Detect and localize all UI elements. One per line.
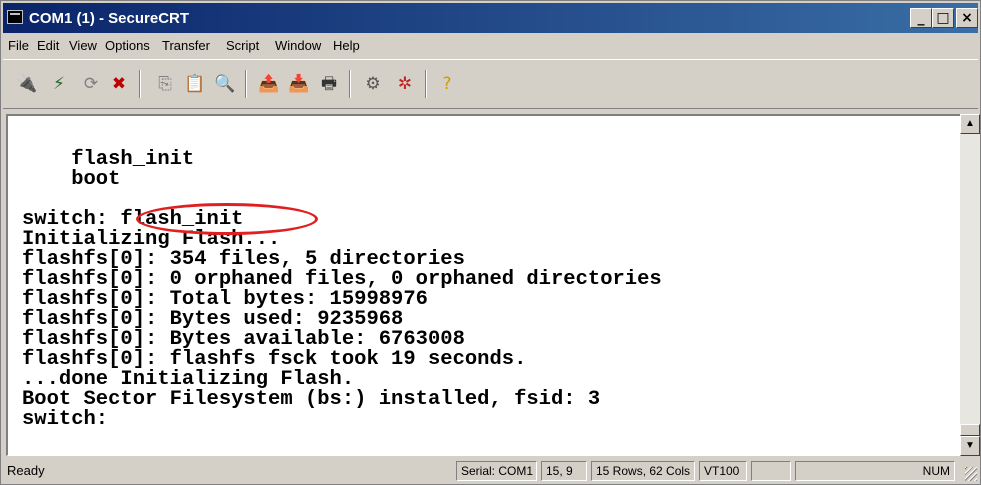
receive-file-icon[interactable]: 📥	[287, 73, 311, 95]
find-icon[interactable]: 🔍	[213, 73, 237, 95]
global-options-icon[interactable]: ✲	[393, 73, 417, 95]
terminal-line: flash_init	[22, 148, 195, 171]
status-blank	[751, 461, 791, 481]
copy-icon[interactable]: ⎘	[153, 73, 177, 95]
menu-help[interactable]: Help	[333, 38, 360, 53]
scroll-thumb[interactable]	[960, 424, 980, 436]
menu-edit[interactable]: Edit	[37, 38, 59, 53]
terminal-line: flashfs[0]: flashfs fsck took 19 seconds…	[22, 348, 527, 371]
minimize-button[interactable]: _	[910, 8, 932, 28]
disconnect-icon[interactable]: ✖	[107, 73, 131, 95]
securecrt-window: COM1 (1) - SecureCRT _ □ × File Edit Vie…	[0, 0, 981, 485]
session-options-icon[interactable]: ⚙	[361, 73, 385, 95]
toolbar-separator	[245, 70, 247, 98]
status-ready: Ready	[7, 463, 45, 478]
print-icon[interactable]: 🖶	[317, 73, 341, 95]
vertical-scrollbar[interactable]: ▲ ▼	[960, 114, 980, 456]
toolbar-separator	[139, 70, 141, 98]
status-cursor: 15, 9	[541, 461, 587, 481]
window-title: COM1 (1) - SecureCRT	[29, 10, 190, 27]
title-bar[interactable]: COM1 (1) - SecureCRT _ □ ×	[3, 3, 978, 33]
terminal-line: flashfs[0]: 354 files, 5 directories	[22, 248, 465, 271]
maximize-button[interactable]: □	[932, 8, 954, 28]
toolbar-separator	[349, 70, 351, 98]
paste-icon[interactable]: 📋	[183, 73, 207, 95]
terminal-screen[interactable]: flash_init boot switch: flash_init Initi…	[6, 114, 960, 456]
quick-connect-icon[interactable]: ⚡	[47, 73, 71, 95]
status-num: NUM	[795, 461, 955, 481]
help-icon[interactable]: ?	[435, 73, 459, 95]
menu-transfer[interactable]: Transfer	[162, 38, 210, 53]
resize-grip[interactable]	[965, 467, 977, 481]
status-emulation: VT100	[699, 461, 747, 481]
terminal-line: flashfs[0]: Total bytes: 15998976	[22, 288, 428, 311]
terminal-line: ...done Initializing Flash.	[22, 368, 355, 391]
toolbar-separator	[425, 70, 427, 98]
terminal-line: flashfs[0]: Bytes used: 9235968	[22, 308, 404, 331]
command-highlight-ellipse	[136, 203, 318, 235]
terminal-line: boot	[22, 168, 121, 191]
terminal-line: flashfs[0]: Bytes available: 6763008	[22, 328, 465, 351]
menu-script[interactable]: Script	[226, 38, 259, 53]
menu-file[interactable]: File	[8, 38, 29, 53]
status-size: 15 Rows, 62 Cols	[591, 461, 695, 481]
menu-window[interactable]: Window	[275, 38, 321, 53]
terminal-line: Boot Sector Filesystem (bs:) installed, …	[22, 388, 601, 411]
status-bar: Ready Serial: COM1 15, 9 15 Rows, 62 Col…	[3, 459, 978, 483]
reconnect-icon[interactable]: ⟳	[79, 73, 103, 95]
menu-bar: File Edit View Options Transfer Script W…	[3, 35, 978, 57]
menu-options[interactable]: Options	[105, 38, 150, 53]
connect-icon[interactable]: 🔌	[15, 73, 39, 95]
scroll-up-button[interactable]: ▲	[960, 114, 980, 134]
menu-view[interactable]: View	[69, 38, 97, 53]
status-serial: Serial: COM1	[456, 461, 537, 481]
terminal-line: flashfs[0]: 0 orphaned files, 0 orphaned…	[22, 268, 662, 291]
scroll-down-button[interactable]: ▼	[960, 436, 980, 456]
terminal-app-icon[interactable]	[7, 10, 23, 24]
close-button[interactable]: ×	[956, 8, 978, 28]
send-file-icon[interactable]: 📤	[257, 73, 281, 95]
toolbar: 🔌 ⚡ ⟳ ✖ ⎘ 📋 🔍 📤 📥 🖶 ⚙ ✲ ?	[3, 59, 978, 109]
terminal-line: switch:	[22, 408, 109, 431]
